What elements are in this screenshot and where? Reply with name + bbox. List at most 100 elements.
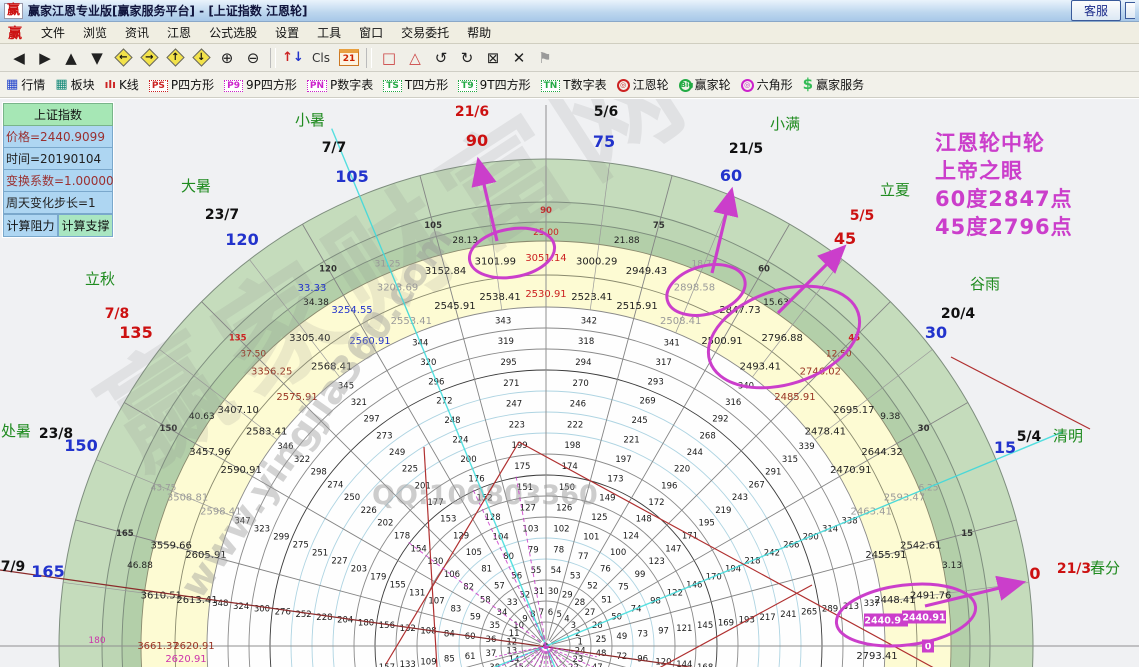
- svg-text:219: 219: [715, 506, 731, 516]
- pan-up-icon[interactable]: ↑: [163, 47, 187, 69]
- nine-t-square-button[interactable]: T9 9T四方形: [458, 76, 531, 93]
- calc-support-button[interactable]: 计算支撑: [58, 214, 113, 237]
- annotation-line: 上帝之眼: [935, 159, 1023, 183]
- gann-wheel-button[interactable]: ◎ 江恩轮: [616, 76, 669, 93]
- collapse-icon[interactable]: ✕: [507, 47, 531, 69]
- svg-text:3.13: 3.13: [942, 561, 962, 571]
- svg-text:5: 5: [556, 610, 561, 620]
- svg-text:153: 153: [440, 515, 456, 525]
- zoom-in-icon[interactable]: ⊕: [215, 47, 239, 69]
- svg-text:100: 100: [610, 548, 626, 558]
- hexagon-button[interactable]: ◎ 六角形: [740, 76, 793, 93]
- pan-down-icon[interactable]: ↓: [189, 47, 213, 69]
- t-square-button[interactable]: TS T四方形: [383, 76, 448, 93]
- kline-button[interactable]: ılı K线: [105, 76, 139, 93]
- t-number-table-button[interactable]: TN T数字表: [540, 76, 607, 93]
- box-select-icon[interactable]: ⊠: [481, 47, 505, 69]
- sectors-button[interactable]: ▦ 板块: [55, 76, 94, 93]
- extra-label: 2793.41: [856, 651, 897, 662]
- menu-item-3[interactable]: 资讯: [116, 22, 158, 43]
- calc-resistance-button[interactable]: 计算阻力: [3, 214, 58, 237]
- rim-label: 小暑: [295, 111, 325, 129]
- winner-wheel-button[interactable]: Big 赢家轮: [678, 76, 731, 93]
- menu-item-8[interactable]: 窗口: [350, 22, 392, 43]
- p-number-table-button[interactable]: PN P数字表: [306, 76, 373, 93]
- p-square-button[interactable]: PS P四方形: [148, 76, 214, 93]
- cls-button[interactable]: Cls: [307, 47, 335, 69]
- menu-item-5[interactable]: 公式选股: [200, 22, 266, 43]
- svg-text:227: 227: [331, 556, 347, 566]
- zoom-out-icon[interactable]: ⊖: [241, 47, 265, 69]
- svg-text:2493.41: 2493.41: [740, 362, 781, 373]
- rect-tool-icon[interactable]: □: [377, 47, 401, 69]
- nav-forward-icon[interactable]: ▶: [33, 47, 57, 69]
- quotes-button[interactable]: ▦ 行情: [6, 76, 45, 93]
- rotate-cw-icon[interactable]: ↻: [455, 47, 479, 69]
- rim-label: 23/7: [205, 207, 239, 223]
- chart-type-toolbar: ▦ 行情 ▦ 板块 ılı K线 PS P四方形 P9 9P四方形 PN P数字表 TS T四方形 T9 9T…: [0, 72, 1139, 98]
- rim-label: 21/6: [455, 104, 489, 120]
- svg-text:2542.61: 2542.61: [900, 541, 941, 552]
- pan-left-icon[interactable]: ←: [111, 47, 135, 69]
- rim-label: 5/6: [594, 104, 619, 120]
- calendar-icon[interactable]: 21: [337, 47, 361, 69]
- menu-item-1[interactable]: 文件: [32, 22, 74, 43]
- rim-label: 7/9: [1, 559, 26, 575]
- svg-text:154: 154: [411, 544, 427, 554]
- quotes-icon: ▦: [6, 77, 19, 92]
- svg-text:2644.32: 2644.32: [861, 447, 902, 458]
- rim-label: 立夏: [880, 181, 910, 199]
- step-field: 周天变化步长=1: [3, 192, 113, 214]
- svg-text:179: 179: [370, 573, 386, 583]
- menu-item-9[interactable]: 交易委托: [392, 22, 458, 43]
- svg-text:28: 28: [574, 598, 585, 608]
- svg-text:155: 155: [390, 581, 406, 591]
- pointer-down-icon[interactable]: ▼: [85, 47, 109, 69]
- pointer-up-icon[interactable]: ▲: [59, 47, 83, 69]
- rotate-ccw-icon[interactable]: ↺: [429, 47, 453, 69]
- svg-text:197: 197: [615, 455, 631, 465]
- triangle-tool-icon[interactable]: △: [403, 47, 427, 69]
- svg-text:297: 297: [363, 415, 379, 425]
- customer-service-button[interactable]: 客服: [1070, 0, 1121, 21]
- menu-logo-icon: 赢: [8, 25, 22, 42]
- svg-text:3559.66: 3559.66: [151, 541, 192, 552]
- svg-text:148: 148: [636, 515, 652, 525]
- svg-text:245: 245: [631, 416, 647, 426]
- svg-text:292: 292: [712, 415, 728, 425]
- menu-item-10[interactable]: 帮助: [458, 22, 500, 43]
- svg-text:220: 220: [674, 465, 690, 475]
- menu-item-4[interactable]: 江恩: [158, 22, 200, 43]
- flag-icon[interactable]: ⚑: [533, 47, 557, 69]
- menu-item-2[interactable]: 浏览: [74, 22, 116, 43]
- winner-service-icon: $: [802, 75, 814, 93]
- menu-bar: 赢 文件 浏览 资讯 江恩 公式选股 设置 工具 窗口 交易委托 帮助: [0, 22, 1139, 44]
- svg-text:60: 60: [758, 264, 770, 274]
- svg-text:293: 293: [648, 377, 664, 387]
- rim-label: 45: [834, 229, 856, 248]
- svg-text:318: 318: [578, 337, 594, 347]
- menu-item-6[interactable]: 设置: [266, 22, 308, 43]
- svg-text:274: 274: [327, 480, 343, 490]
- svg-text:271: 271: [503, 379, 519, 389]
- svg-text:61: 61: [465, 652, 476, 662]
- rim-label: 15: [994, 438, 1016, 457]
- titlebar-edge-button[interactable]: [1125, 2, 1135, 19]
- pan-right-icon[interactable]: →: [137, 47, 161, 69]
- rim-label: 春分: [1090, 559, 1120, 577]
- svg-text:341: 341: [664, 339, 680, 349]
- svg-text:21.88: 21.88: [614, 236, 640, 246]
- nav-back-icon[interactable]: ◀: [7, 47, 31, 69]
- nine-p-square-button[interactable]: P9 9P四方形: [224, 76, 297, 93]
- t-number-table-icon: TN: [540, 78, 561, 92]
- svg-text:125: 125: [591, 513, 607, 523]
- svg-text:27: 27: [585, 608, 596, 618]
- rim-label: 小满: [770, 115, 800, 133]
- price-field: 价格=2440.9099: [3, 126, 113, 148]
- sort-updown-icon[interactable]: ↑ ↓: [281, 47, 305, 69]
- svg-text:81: 81: [481, 565, 492, 575]
- svg-text:73: 73: [637, 629, 648, 639]
- menu-item-7[interactable]: 工具: [308, 22, 350, 43]
- winner-service-button[interactable]: $ 赢家服务: [803, 76, 864, 93]
- chart-area[interactable]: 1234567891011121314152223242526272829303…: [0, 98, 1139, 667]
